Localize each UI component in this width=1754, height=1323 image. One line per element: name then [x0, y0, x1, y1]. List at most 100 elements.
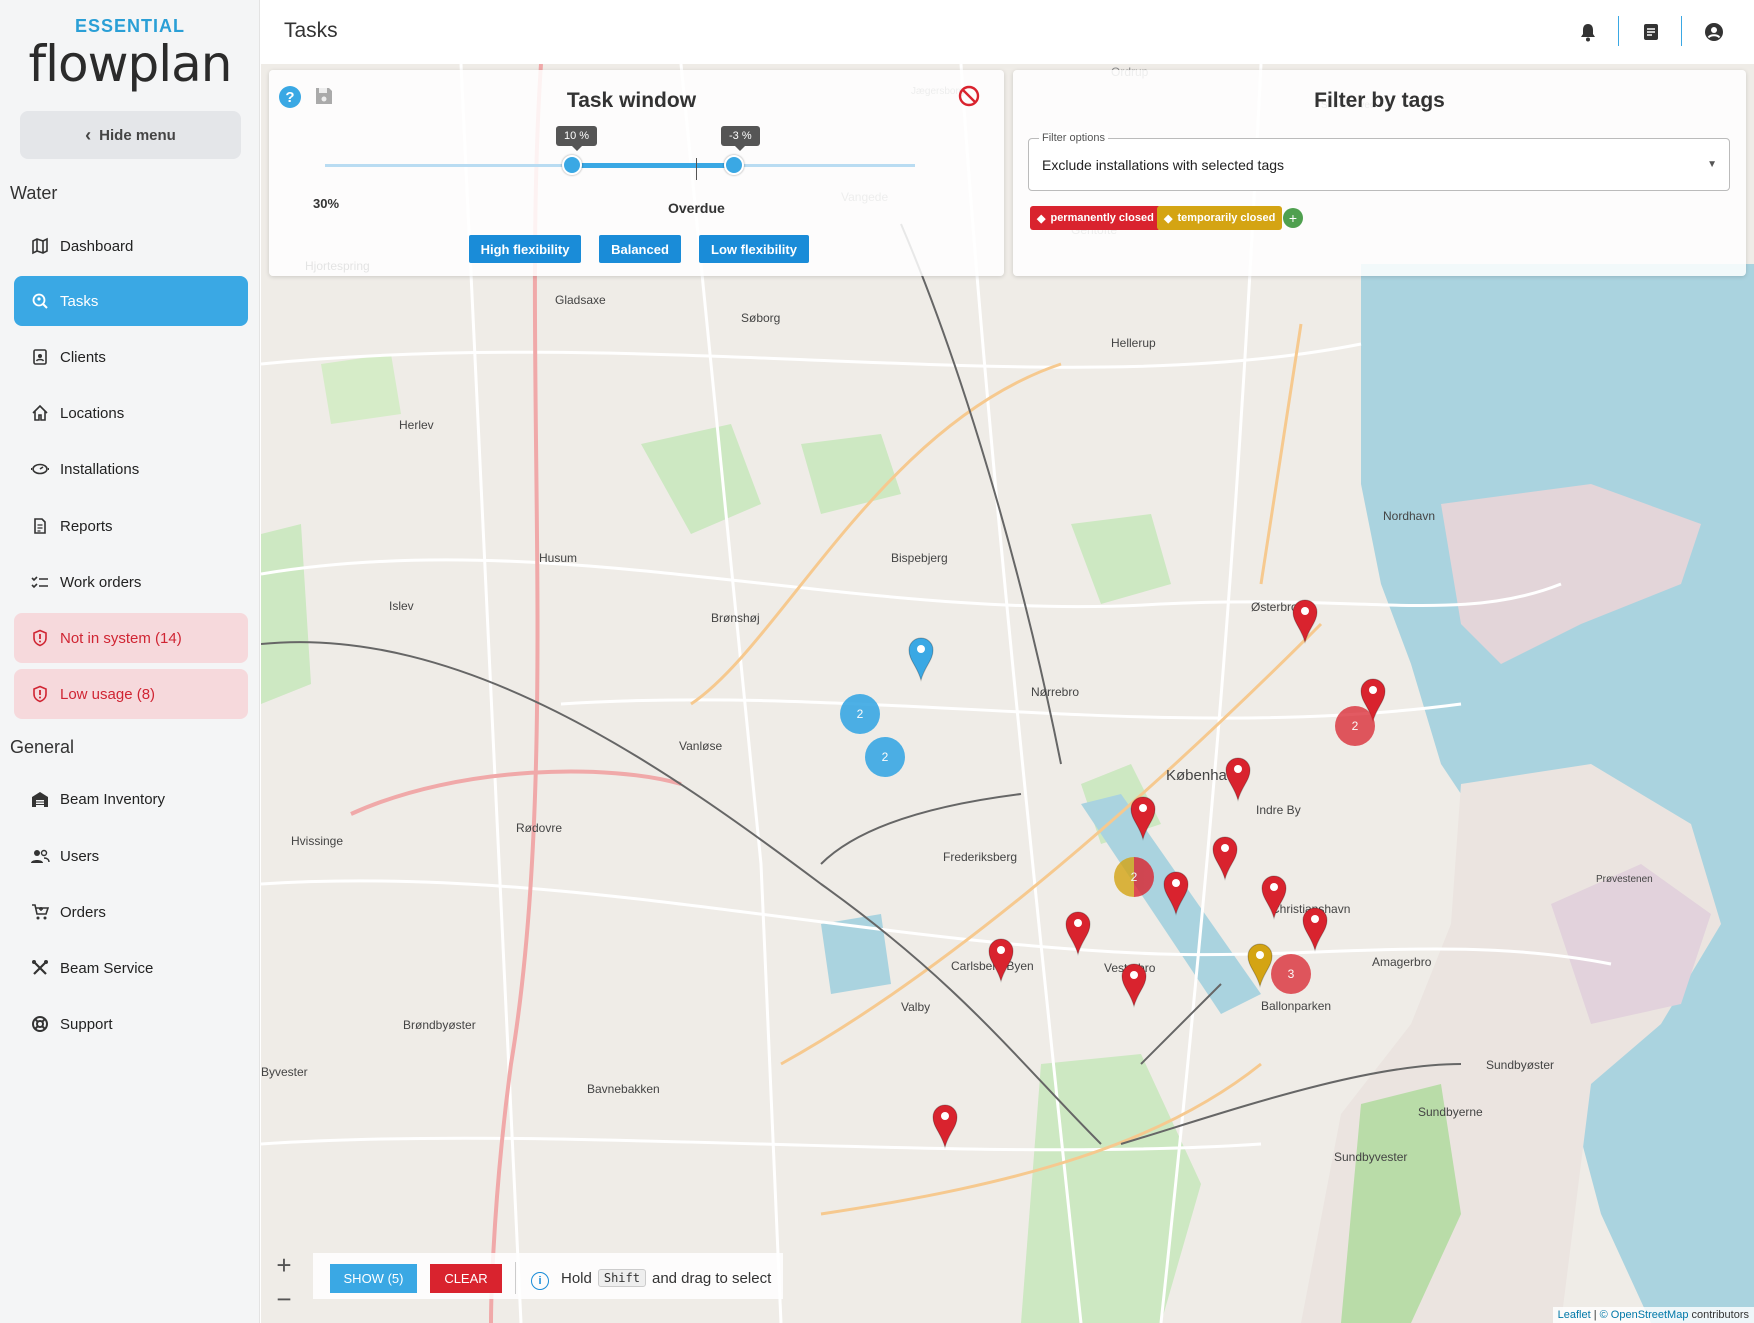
- lifebuoy-icon: [30, 1014, 50, 1034]
- slider-track: [572, 163, 734, 168]
- section-water: Water: [10, 183, 58, 203]
- sidebar-item-label: Dashboard: [60, 237, 134, 255]
- brand-tagline: ESSENTIAL: [74, 16, 185, 36]
- map-icon: [30, 236, 50, 256]
- map-view[interactable]: Hjortespring Gladsaxe Søborg Hellerup He…: [261, 64, 1754, 1323]
- id-card-icon: [30, 347, 50, 367]
- slider-min-label: 30%: [313, 196, 340, 211]
- zoom-in-button[interactable]: +: [269, 1250, 299, 1280]
- sidebar-item-label: Not in system (14): [60, 629, 182, 647]
- cluster-marker[interactable]: 2: [865, 737, 905, 777]
- warehouse-icon: [30, 789, 50, 809]
- leaflet-link[interactable]: Leaflet: [1558, 1309, 1591, 1321]
- map-pin-marker[interactable]: [1065, 911, 1091, 956]
- tag-icon: ◆: [1164, 212, 1173, 225]
- map-pin-marker[interactable]: [908, 637, 934, 682]
- osm-link[interactable]: © OpenStreetMap: [1600, 1309, 1689, 1321]
- slider-left-value: 10 %: [556, 126, 598, 151]
- shield-alert-icon: [30, 628, 50, 648]
- cluster-marker[interactable]: 2: [1114, 857, 1154, 897]
- map-pin-marker[interactable]: [932, 1104, 958, 1149]
- sidebar-item-label: Low usage (8): [60, 685, 156, 703]
- shift-key: Shift: [597, 1269, 646, 1287]
- sidebar-item-support[interactable]: Support: [14, 999, 248, 1049]
- sidebar-item-low-usage[interactable]: Low usage (8): [14, 669, 248, 719]
- block-icon[interactable]: [957, 84, 981, 113]
- add-tag-button[interactable]: +: [1283, 208, 1303, 228]
- hide-menu-button[interactable]: ‹ Hide menu: [20, 111, 241, 159]
- user-circle-icon[interactable]: [1703, 21, 1725, 43]
- low-flexibility-button[interactable]: Low flexibility: [699, 235, 809, 263]
- slider-right-handle[interactable]: [724, 155, 744, 175]
- sidebar-item-label: Users: [60, 847, 100, 865]
- tag-label: temporarily closed: [1177, 212, 1276, 224]
- sidebar-item-locations[interactable]: Locations: [14, 388, 248, 438]
- sidebar-item-not-in-system[interactable]: Not in system (14): [14, 613, 248, 663]
- cluster-marker[interactable]: 3: [1271, 954, 1311, 994]
- sidebar-item-label: Clients: [60, 348, 106, 366]
- sidebar-item-clients[interactable]: Clients: [14, 332, 248, 382]
- sidebar-item-dashboard[interactable]: Dashboard: [14, 221, 248, 271]
- section-general: General: [10, 737, 75, 757]
- sidebar-item-label: Tasks: [60, 292, 99, 310]
- tag-temporarily-closed[interactable]: ◆ temporarily closed: [1157, 206, 1283, 230]
- sidebar-item-label: Support: [60, 1015, 113, 1033]
- overdue-label: Overdue: [668, 200, 725, 216]
- cluster-marker[interactable]: 2: [1335, 706, 1375, 746]
- map-pin-marker[interactable]: [1292, 599, 1318, 644]
- sidebar-item-beam-service[interactable]: Beam Service: [14, 943, 248, 993]
- bell-icon[interactable]: [1577, 21, 1599, 43]
- sidebar: ESSENTIAL flowplan ‹ Hide menu Water Das…: [0, 0, 260, 1323]
- page-title: Tasks: [284, 19, 338, 42]
- header-divider: [1618, 16, 1619, 46]
- slider-right-value: -3 %: [721, 126, 760, 151]
- balanced-button[interactable]: Balanced: [599, 235, 681, 263]
- selection-hint: Hold Shift and drag to select: [561, 1269, 771, 1287]
- map-pin-marker[interactable]: [1302, 907, 1328, 952]
- sidebar-item-reports[interactable]: Reports: [14, 501, 248, 551]
- map-pin-marker[interactable]: [1163, 871, 1189, 916]
- task-window-title: Task window: [566, 89, 697, 112]
- sidebar-item-users[interactable]: Users: [14, 831, 248, 881]
- document-icon: [30, 516, 50, 536]
- high-flexibility-button[interactable]: High flexibility: [469, 235, 581, 263]
- tools-icon: [30, 958, 50, 978]
- show-button[interactable]: SHOW (5): [330, 1264, 417, 1293]
- zoom-out-button[interactable]: −: [269, 1284, 299, 1314]
- tag-permanently-closed[interactable]: ◆ permanently closed: [1030, 206, 1161, 230]
- header-divider: [1681, 16, 1682, 46]
- clear-button[interactable]: CLEAR: [430, 1264, 502, 1293]
- map-pin-marker[interactable]: [988, 938, 1014, 983]
- task-window-panel: ? Task window 10 % -3 % 30% Overdue High…: [269, 70, 1004, 276]
- hide-menu-label: Hide menu: [99, 126, 176, 144]
- checklist-icon: [30, 572, 50, 592]
- sidebar-item-installations[interactable]: Installations: [14, 444, 248, 494]
- map-attribution: Leaflet | © OpenStreetMap contributors: [1552, 1307, 1754, 1323]
- filter-options-select[interactable]: Filter options Exclude installations wit…: [1028, 132, 1730, 191]
- map-pin-marker[interactable]: [1247, 943, 1273, 988]
- map-pin-marker[interactable]: [1121, 963, 1147, 1008]
- hint-prefix: Hold: [561, 1269, 592, 1287]
- meter-icon: [30, 459, 50, 479]
- toolbar-divider: [515, 1262, 516, 1294]
- sidebar-item-label: Orders: [60, 903, 106, 921]
- overdue-tick: [696, 158, 697, 180]
- filter-options-value: Exclude installations with selected tags: [1042, 157, 1285, 173]
- map-pin-marker[interactable]: [1225, 757, 1251, 802]
- sidebar-item-label: Installations: [60, 460, 140, 478]
- slider-left-handle[interactable]: [562, 155, 582, 175]
- map-pin-marker[interactable]: [1212, 836, 1238, 881]
- sidebar-item-label: Beam Service: [60, 959, 154, 977]
- map-pin-marker[interactable]: [1130, 796, 1156, 841]
- tag-icon: ◆: [1037, 212, 1046, 225]
- cluster-marker[interactable]: 2: [840, 694, 880, 734]
- sidebar-item-work-orders[interactable]: Work orders: [14, 557, 248, 607]
- hint-suffix: and drag to select: [651, 1269, 772, 1287]
- document-icon[interactable]: [1640, 21, 1662, 43]
- sidebar-item-orders[interactable]: Orders: [14, 887, 248, 937]
- map-pin-marker[interactable]: [1261, 875, 1287, 920]
- filter-options-label: Filter options: [1039, 132, 1108, 144]
- sidebar-item-beam-inventory[interactable]: Beam Inventory: [14, 774, 248, 824]
- sidebar-item-tasks[interactable]: Tasks: [14, 276, 248, 326]
- filter-tags-panel: Filter by tags Filter options Exclude in…: [1013, 70, 1746, 276]
